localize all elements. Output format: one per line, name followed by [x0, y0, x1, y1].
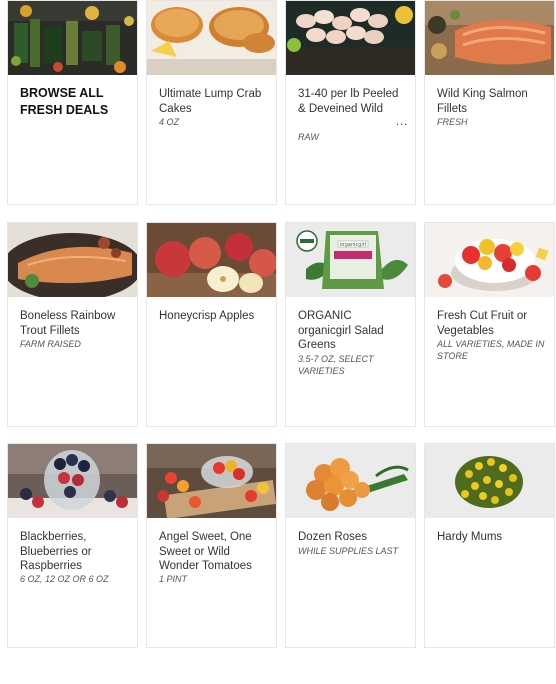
- deal-title: Dozen Roses: [298, 531, 368, 543]
- berries-image: [8, 444, 137, 518]
- deal-title: Hardy Mums: [437, 531, 503, 543]
- deal-subtitle: 1 PINT: [159, 574, 188, 584]
- apples-image: [147, 223, 276, 297]
- deal-title: BROWSE ALL FRESH DEALS: [20, 86, 109, 117]
- cut-fruit-image: [425, 223, 554, 297]
- deal-title: ORGANIC organicgirl Salad Greens: [298, 310, 384, 351]
- shrimp-image: [286, 1, 415, 75]
- deal-card-roses[interactable]: Dozen Roses WHILE SUPPLIES LAST: [285, 443, 416, 648]
- roses-image: [286, 444, 415, 518]
- salmon-image: [425, 1, 554, 75]
- deal-card-apples[interactable]: Honeycrisp Apples: [146, 222, 277, 427]
- more-ellipsis: ...: [396, 116, 409, 128]
- deal-subtitle: ALL VARIETIES, MADE IN STORE: [437, 339, 545, 361]
- deal-card-shrimp[interactable]: 31-40 per lb Peeled & Deveined Wild ... …: [285, 0, 416, 205]
- deal-subtitle: 4 OZ: [159, 117, 180, 127]
- deal-title: Ultimate Lump Crab Cakes: [159, 88, 262, 115]
- tomatoes-image: [147, 444, 276, 518]
- deal-subtitle: 6 OZ, 12 OZ OR 6 OZ: [20, 574, 109, 584]
- deal-title: Blackberries, Blueberries or Raspberries: [20, 531, 92, 572]
- deal-title: 31-40 per lb Peeled & Deveined Wild: [298, 88, 399, 115]
- deal-title: Angel Sweet, One Sweet or Wild Wonder To…: [159, 531, 252, 572]
- deal-title: Wild King Salmon Fillets: [437, 88, 528, 115]
- deal-card-trout[interactable]: Boneless Rainbow Trout Fillets FARM RAIS…: [7, 222, 138, 427]
- deal-subtitle: 3.5-7 OZ, SELECT VARIETIES: [298, 354, 374, 376]
- deal-card-salad-greens[interactable]: organicgirl ORGANIC organicgirl Salad Gr…: [285, 222, 416, 427]
- deal-subtitle: FRESH: [437, 117, 468, 127]
- deal-subtitle: RAW: [298, 132, 319, 142]
- deal-card-tomatoes[interactable]: Angel Sweet, One Sweet or Wild Wonder To…: [146, 443, 277, 648]
- deal-title: Honeycrisp Apples: [159, 310, 255, 322]
- salad-package-brand: organicgirl: [340, 242, 367, 248]
- crab-cakes-image: [147, 1, 276, 75]
- deal-subtitle: WHILE SUPPLIES LAST: [298, 546, 399, 556]
- deal-card-crab-cakes[interactable]: Ultimate Lump Crab Cakes 4 OZ: [146, 0, 277, 205]
- produce-assortment-image: [8, 1, 137, 75]
- salad-greens-image: organicgirl: [286, 223, 415, 297]
- deal-card-cut-fruit[interactable]: Fresh Cut Fruit or Vegetables ALL VARIET…: [424, 222, 555, 427]
- deal-title: Fresh Cut Fruit or Vegetables: [437, 310, 528, 337]
- fresh-deals-grid: BROWSE ALL FRESH DEALS Ultimate Lump Cra…: [0, 0, 556, 684]
- deal-card-berries[interactable]: Blackberries, Blueberries or Raspberries…: [7, 443, 138, 648]
- deal-card-salmon[interactable]: Wild King Salmon Fillets FRESH: [424, 0, 555, 205]
- deal-card-browse-all[interactable]: BROWSE ALL FRESH DEALS: [7, 0, 138, 205]
- deal-title: Boneless Rainbow Trout Fillets: [20, 310, 116, 337]
- deal-subtitle: FARM RAISED: [20, 339, 81, 349]
- mums-image: [425, 444, 554, 518]
- deal-card-mums[interactable]: Hardy Mums: [424, 443, 555, 648]
- trout-image: [8, 223, 137, 297]
